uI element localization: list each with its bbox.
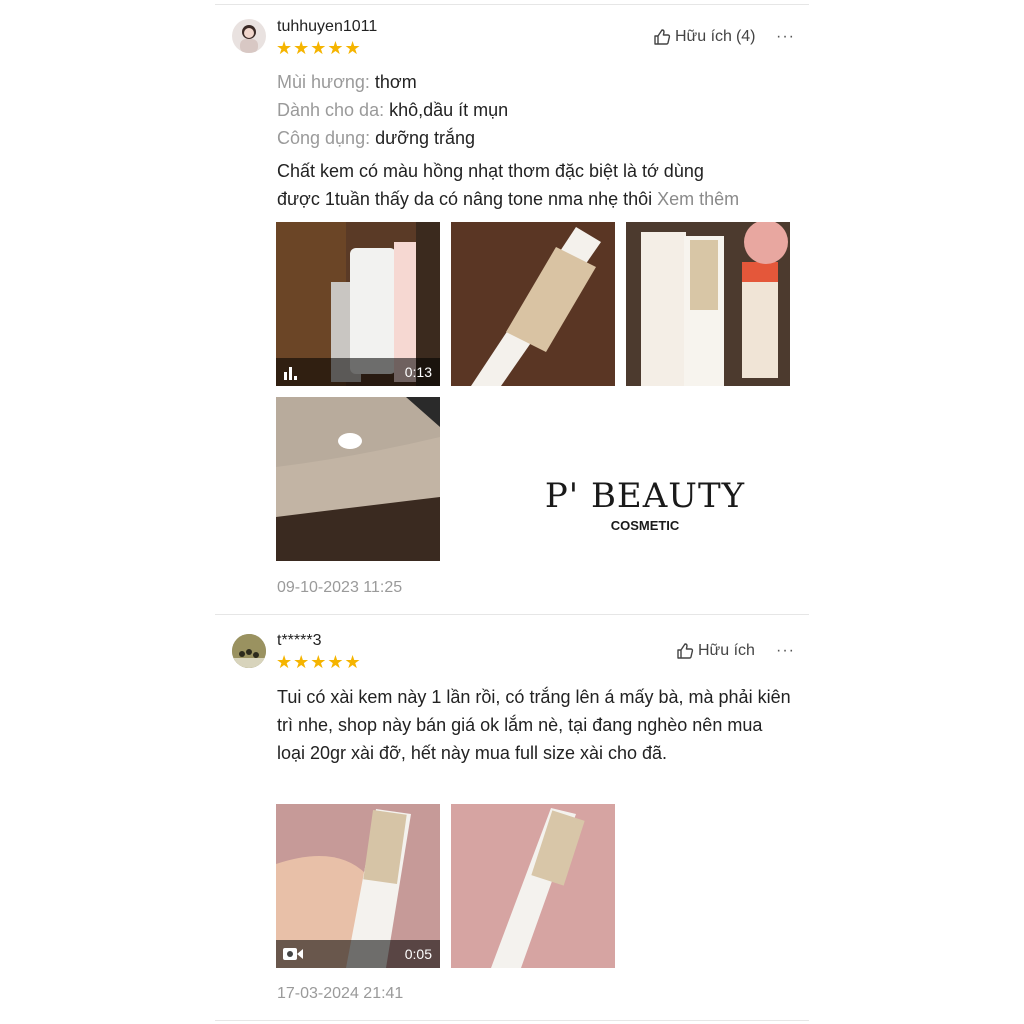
attribute-key: Mùi hương: xyxy=(277,72,370,92)
review-photo[interactable] xyxy=(276,397,440,561)
helpful-label: Hữu ích xyxy=(675,28,732,45)
helpful-count: (4) xyxy=(735,28,756,45)
review-text: Chất kem có màu hồng nhạt thơm đặc biệt … xyxy=(277,157,797,213)
review-card: t*****3 ★★★★★ Hữu ích ··· Tui có xài kem… xyxy=(215,614,809,1024)
avatar[interactable] xyxy=(232,634,266,668)
helpful-button[interactable]: Hữu ích (4) xyxy=(653,28,756,46)
thumbs-up-icon xyxy=(653,28,671,46)
thumbs-up-icon xyxy=(676,642,694,660)
review-photo[interactable] xyxy=(626,222,790,386)
username[interactable]: tuhhuyen1011 xyxy=(277,18,377,36)
username[interactable]: t*****3 xyxy=(277,632,321,650)
review-card: tuhhuyen1011 ★★★★★ Hữu ích (4) ··· Mùi hư… xyxy=(215,0,809,614)
review-video[interactable]: 0:13 xyxy=(276,222,440,386)
helpful-button[interactable]: Hữu ích xyxy=(676,642,755,660)
review-video[interactable]: 0:05 xyxy=(276,804,440,968)
rating-stars: ★★★★★ xyxy=(276,38,362,58)
audio-bars-icon xyxy=(282,363,300,384)
more-options-icon[interactable]: ··· xyxy=(776,642,795,660)
review-timestamp: 17-03-2024 21:41 xyxy=(277,985,404,1002)
review-photo[interactable] xyxy=(451,804,615,968)
brand-logo: P' BEAUTY COSMETIC xyxy=(540,478,750,533)
video-overlay: 0:13 xyxy=(276,358,440,386)
review-text-line: được 1tuần thấy da có nâng tone nma nhẹ … xyxy=(277,189,653,209)
video-duration: 0:05 xyxy=(404,946,432,962)
see-more-link[interactable]: Xem thêm xyxy=(657,189,739,209)
video-camera-icon xyxy=(282,945,304,966)
attribute-value: khô,dầu ít mụn xyxy=(389,100,509,120)
helpful-label: Hữu ích xyxy=(698,642,755,659)
attribute-scent: Mùi hương: thơm xyxy=(277,68,417,96)
attribute-key: Dành cho da: xyxy=(277,100,385,120)
avatar[interactable] xyxy=(232,19,266,53)
rating-stars: ★★★★★ xyxy=(276,652,362,672)
review-text-line: Chất kem có màu hồng nhạt thơm đặc biệt … xyxy=(277,161,704,181)
attribute-value: dưỡng trắng xyxy=(375,128,476,148)
brand-logo-text: P' BEAUTY xyxy=(544,476,746,516)
attribute-key: Công dụng: xyxy=(277,128,371,148)
video-duration: 0:13 xyxy=(404,364,432,380)
divider xyxy=(215,1020,809,1021)
more-options-icon[interactable]: ··· xyxy=(776,28,795,46)
review-text: Tui có xài kem này 1 lần rồi, có trắng l… xyxy=(277,687,791,763)
video-overlay: 0:05 xyxy=(276,940,440,968)
brand-logo-subtext: COSMETIC xyxy=(610,518,680,533)
review-timestamp: 09-10-2023 11:25 xyxy=(277,579,403,596)
attribute-effect: Công dụng: dưỡng trắng xyxy=(277,124,475,152)
attribute-value: thơm xyxy=(374,72,417,92)
review-photo[interactable] xyxy=(451,222,615,386)
attribute-skin-type: Dành cho da: khô,dầu ít mụn xyxy=(277,96,508,124)
